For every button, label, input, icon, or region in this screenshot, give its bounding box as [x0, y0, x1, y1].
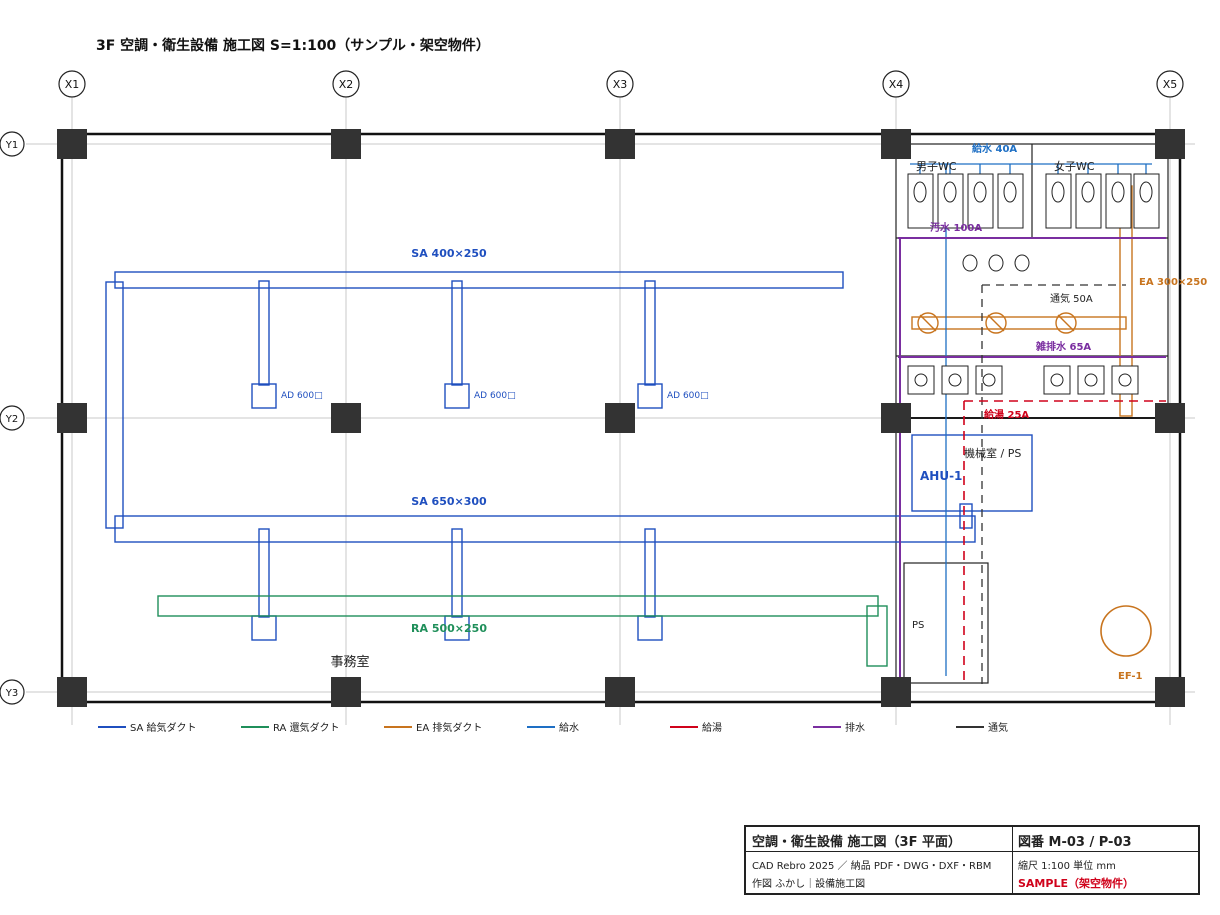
column-x4-y1 [881, 129, 911, 159]
legend-label-hot-water: 給湯 [702, 721, 722, 734]
column-x2-y1 [331, 129, 361, 159]
sa-branch-3 [644, 280, 656, 386]
label-office: 事務室 [330, 654, 369, 670]
column-x5-y2 [1155, 403, 1185, 433]
hot-water-pipes [963, 400, 1166, 684]
grid-label-x3: X3 [613, 78, 628, 91]
label-sa-lower: SA 650×300 [411, 495, 487, 508]
label-misc-drain: 雑排水 65A [1035, 340, 1091, 353]
ea-horizontal-duct [911, 316, 1127, 330]
column-x4-y3 [881, 677, 911, 707]
grid-bubble-y3: Y3 [0, 679, 25, 705]
legend-item-sa: SA 給気ダクト [98, 721, 197, 734]
label-ahu: AHU-1 [920, 469, 962, 483]
title-block-divider-horizontal [746, 851, 1198, 852]
column-x2-y2 [331, 403, 361, 433]
legend-item-drain: 排水 [813, 721, 865, 734]
grid-bubble-x4: X4 [882, 70, 910, 98]
column-x3-y1 [605, 129, 635, 159]
legend-label-ra: RA 還気ダクト [273, 721, 340, 734]
drawing-title: 3F 空調・衛生設備 施工図 S=1:100（サンプル・架空物件） [96, 37, 490, 54]
title-block-sample-stamp: SAMPLE（架空物件） [1018, 877, 1134, 890]
column-x1-y3 [57, 677, 87, 707]
legend-item-ea: EA 排気ダクト [384, 721, 482, 734]
label-ea: EA 300×250 [1139, 277, 1207, 288]
grid-label-x2: X2 [339, 78, 354, 91]
title-block-title: 空調・衛生設備 施工図（3F 平面） [752, 835, 961, 850]
sa-diffuser-2 [444, 383, 470, 409]
grid-bubble-x1: X1 [58, 70, 86, 98]
ra-riser [866, 605, 888, 667]
grid-bubble-x2: X2 [332, 70, 360, 98]
grid-label-x5: X5 [1163, 78, 1178, 91]
label-ps: PS [912, 620, 924, 631]
legend-label-sa: SA 給気ダクト [130, 721, 197, 734]
grid-bubble-x5: X5 [1156, 70, 1184, 98]
title-block-scale: 縮尺 1:100 単位 mm [1018, 861, 1116, 872]
grid-bubble-y1: Y1 [0, 131, 25, 157]
title-block: 空調・衛生設備 施工図（3F 平面） 図番 M-03 / P-03 CAD Re… [744, 825, 1200, 895]
title-block-cad-info: CAD Rebro 2025 ／ 納品 PDF・DWG・DXF・RBM [752, 861, 992, 872]
label-sewage: 汚水 100A [930, 221, 982, 234]
legend-label-ea: EA 排気ダクト [416, 721, 482, 734]
legend-item-water: 給水 [527, 721, 579, 734]
column-x1-y1 [57, 129, 87, 159]
legend-label-water: 給水 [559, 721, 579, 734]
title-block-divider-vertical [1012, 827, 1013, 893]
water-supply-pipes [910, 163, 1152, 676]
column-x4-y2 [881, 403, 911, 433]
title-block-drawing-number: 図番 M-03 / P-03 [1018, 835, 1132, 850]
label-sa-main: SA 400×250 [411, 247, 487, 260]
label-wc-male: 男子WC [916, 160, 957, 173]
column-x1-y2 [57, 403, 87, 433]
sa-diffuser-1 [251, 383, 277, 409]
sa-main-duct-lower [114, 515, 976, 543]
label-ra: RA 500×250 [411, 622, 487, 635]
label-ad-3: AD 600□ [667, 391, 709, 401]
column-x3-y3 [605, 677, 635, 707]
grid-bubble-y2: Y2 [0, 405, 25, 431]
column-x5-y1 [1155, 129, 1185, 159]
sa-duct-system [105, 271, 976, 641]
sa-branch-2 [451, 280, 463, 386]
legend-item-hot-water: 給湯 [670, 721, 722, 734]
sa-main-duct-left-riser [105, 281, 124, 529]
legend-label-vent: 通気 [988, 721, 1008, 734]
label-ef: EF-1 [1118, 671, 1143, 682]
label-hot-water: 給湯 25A [984, 408, 1029, 421]
legend-label-drain: 排水 [845, 721, 865, 734]
sa-main-duct-upper [114, 271, 844, 289]
label-mech-room: 機械室 / PS [964, 446, 1021, 460]
sa-diffuser-4 [251, 615, 277, 641]
column-x3-y2 [605, 403, 635, 433]
grid-label-x1: X1 [65, 78, 80, 91]
ef-1-fan [1100, 605, 1152, 657]
grid-bubble-x3: X3 [606, 70, 634, 98]
sa-branch-1 [258, 280, 270, 386]
label-ad-2: AD 600□ [474, 391, 516, 401]
grid-label-y1: Y1 [5, 140, 18, 151]
sa-diffuser-6 [637, 615, 663, 641]
column-x5-y3 [1155, 677, 1185, 707]
label-ventilation: 通気 50A [1050, 292, 1093, 305]
sa-diffuser-3 [637, 383, 663, 409]
label-ad-1: AD 600□ [281, 391, 323, 401]
legend-item-ra: RA 還気ダクト [241, 721, 340, 734]
floor-plan-drawing: 3F 空調・衛生設備 施工図 S=1:100（サンプル・架空物件） X1 X2 … [0, 37, 1207, 734]
ra-main-duct [157, 595, 879, 617]
legend-item-vent: 通気 [956, 721, 1008, 734]
title-block-author: 作図 ふかし｜設備施工図 [752, 879, 866, 890]
grid-label-y3: Y3 [5, 688, 18, 699]
ea-duct-system [911, 185, 1152, 657]
legend: SA 給気ダクト RA 還気ダクト EA 排気ダクト 給水 給湯 排水 通気 [98, 721, 1008, 734]
grid-label-x4: X4 [889, 78, 904, 91]
grid-label-y2: Y2 [5, 414, 18, 425]
label-wc-female: 女子WC [1054, 159, 1095, 173]
label-water: 給水 40A [972, 142, 1017, 155]
ra-duct-system [157, 595, 888, 667]
column-x2-y3 [331, 677, 361, 707]
